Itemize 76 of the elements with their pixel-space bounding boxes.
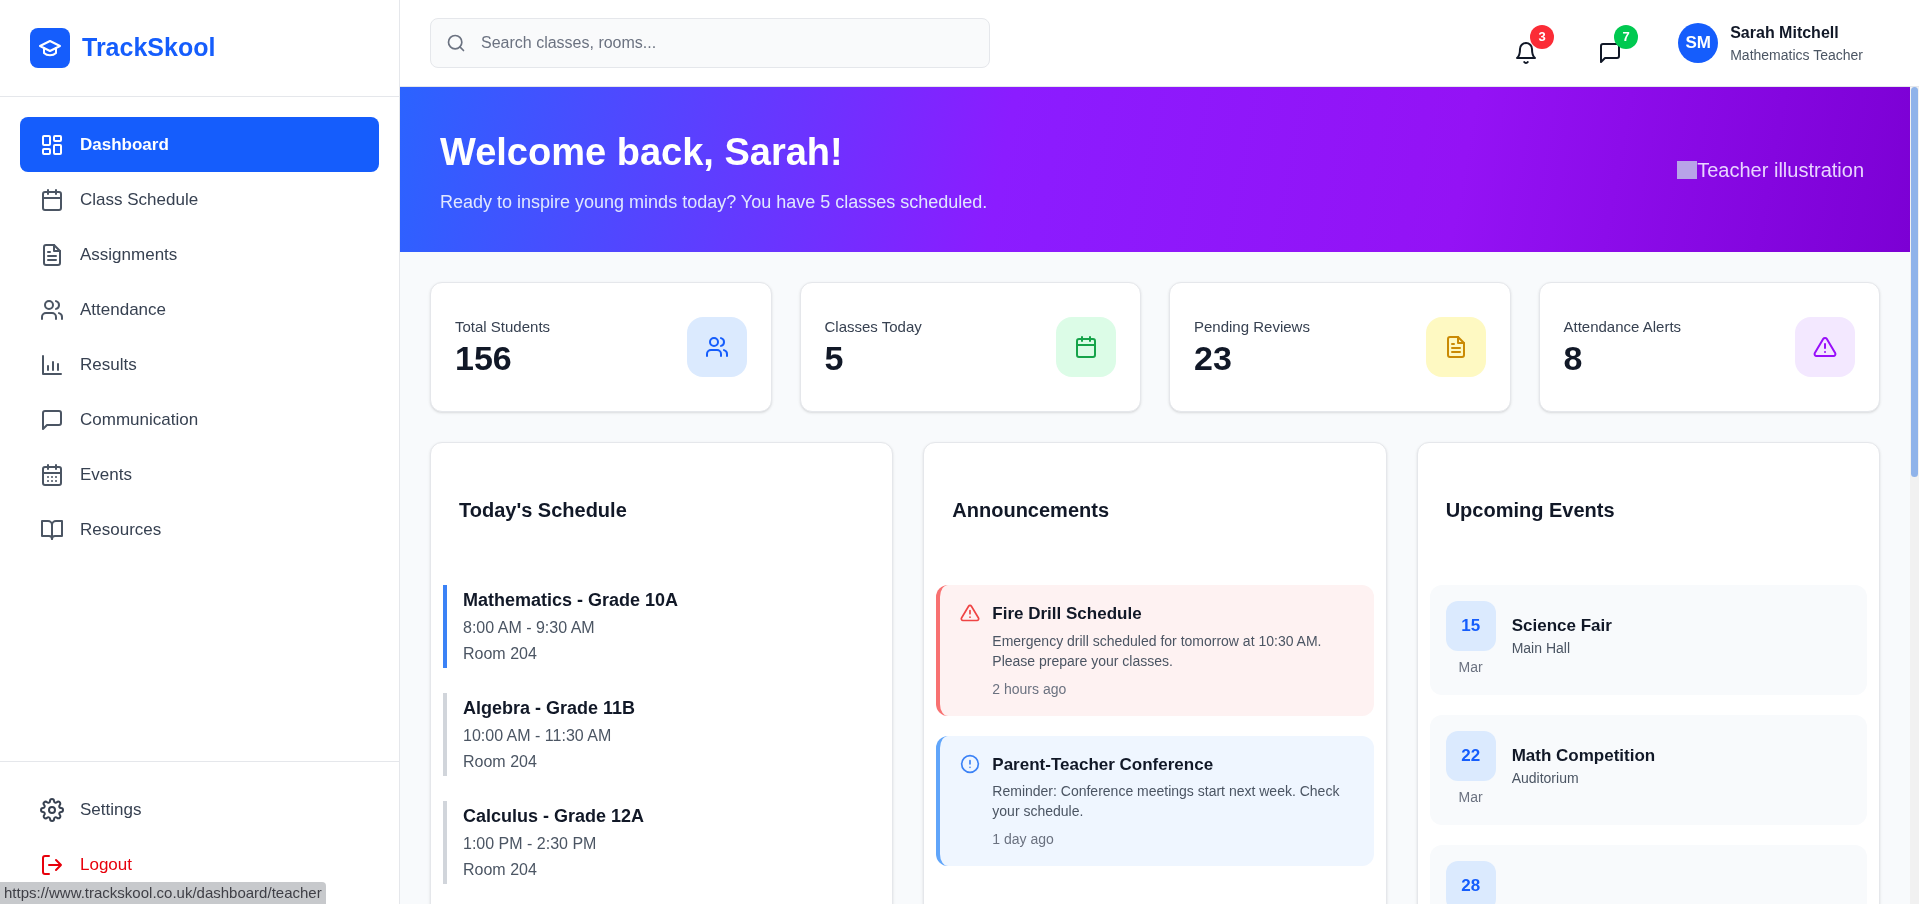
announcement-text: Reminder: Conference meetings start next week. Check your schedule.: [992, 782, 1341, 821]
stat-value: 8: [1563, 338, 1584, 379]
calendar-icon: [40, 187, 64, 212]
stat-value: 156: [455, 338, 513, 379]
chat-bubble-icon: [40, 407, 64, 432]
class-name: Mathematics - Grade 10A: [463, 589, 680, 612]
settings-icon: [40, 797, 64, 822]
stat-label: Pending Reviews: [1194, 316, 1310, 337]
event-place: Main Hall: [1511, 639, 1571, 659]
event-day: 15: [1445, 601, 1496, 651]
message-count: 7: [1614, 25, 1639, 49]
stat-label: Attendance Alerts: [1563, 316, 1682, 337]
sidebar-item[interactable]: Resources: [20, 502, 379, 557]
book-icon: [40, 517, 64, 542]
announcement-title: Parent-Teacher Conference: [992, 753, 1215, 776]
class-time: 1:00 PM - 2:30 PM: [463, 834, 598, 854]
event-month: Mar: [1458, 658, 1483, 677]
chat-bubble-icon: [1598, 41, 1623, 65]
panel-title: Announcements: [952, 498, 1110, 523]
class-time: 8:00 AM - 9:30 AM: [463, 618, 596, 638]
brand-name: TrackSkool: [82, 32, 216, 64]
logo-icon: [30, 28, 70, 68]
announcement-text: Emergency drill scheduled for tomorrow at 10:30 AM. Please prepare your classes.: [992, 631, 1323, 671]
document-tile-icon: [1425, 317, 1486, 377]
event-day: 28: [1445, 861, 1496, 904]
event-title: Math Competition: [1511, 744, 1656, 767]
users-tile-icon: [686, 317, 747, 377]
announcement-title: Fire Drill Schedule: [992, 603, 1143, 625]
users-icon: [40, 297, 64, 322]
class-name: Algebra - Grade 11B: [463, 697, 637, 720]
status-url-tooltip: https://www.trackskool.co.uk/dashboard/teacher: [0, 881, 326, 904]
search-field[interactable]: Search classes, rooms...: [430, 18, 990, 68]
sidebar-item[interactable]: Results: [20, 337, 379, 392]
sidebar-item[interactable]: Communication: [20, 392, 379, 447]
class-time: 10:00 AM - 11:30 AM: [463, 726, 613, 746]
user-name: Sarah Mitchell: [1730, 22, 1840, 43]
class-room: Room 204: [463, 752, 538, 772]
avatar[interactable]: SM: [1678, 23, 1719, 63]
bar-chart-icon: [40, 352, 64, 377]
event-title: Science Fair: [1511, 614, 1612, 637]
stat-value: 23: [1194, 338, 1233, 379]
search-icon: [446, 33, 466, 53]
class-name: Calculus - Grade 12A: [463, 805, 646, 828]
welcome-subtitle: Ready to inspire young minds today? You have 5 classes scheduled.: [440, 190, 988, 214]
calendar-icon: [40, 462, 64, 487]
warning-tile-icon: [1795, 317, 1855, 377]
stat-label: Classes Today: [824, 316, 922, 337]
event-month: Mar: [1458, 788, 1483, 807]
sidebar-item[interactable]: Assignments: [20, 227, 379, 282]
panel-title: Upcoming Events: [1445, 498, 1616, 523]
event-day: 22: [1445, 731, 1496, 781]
panel-title: Today's Schedule: [459, 498, 628, 523]
document-icon: [40, 242, 64, 267]
sidebar-item[interactable]: Class Schedule: [20, 172, 379, 227]
welcome-title: Welcome back, Sarah!: [440, 129, 844, 175]
dashboard-icon: [40, 132, 64, 157]
bell-icon: [1514, 41, 1539, 65]
calendar-tile-icon: [1056, 317, 1116, 377]
class-room: Room 204: [463, 860, 538, 880]
announcement-time: 1 day ago: [992, 830, 1055, 849]
sidebar-item[interactable]: Dashboard: [20, 117, 379, 172]
class-room: Room 204: [463, 644, 538, 664]
stat-value: 5: [824, 338, 845, 379]
user-role: Mathematics Teacher: [1730, 45, 1863, 65]
sidebar-item[interactable]: Attendance: [20, 282, 379, 337]
event-place: Auditorium: [1511, 769, 1580, 789]
sidebar-item[interactable]: Settings: [20, 782, 379, 837]
announcement-time: 2 hours ago: [992, 679, 1068, 699]
notification-count: 3: [1530, 25, 1555, 49]
info-icon: [960, 753, 981, 774]
broken-image: Teacher illustration: [1677, 154, 1864, 185]
warning-icon: [960, 603, 981, 623]
logout-icon: [40, 852, 64, 877]
sidebar-item[interactable]: Events: [20, 447, 379, 502]
stat-label: Total Students: [455, 316, 551, 337]
notifications-button[interactable]: 3: [1510, 25, 1555, 69]
